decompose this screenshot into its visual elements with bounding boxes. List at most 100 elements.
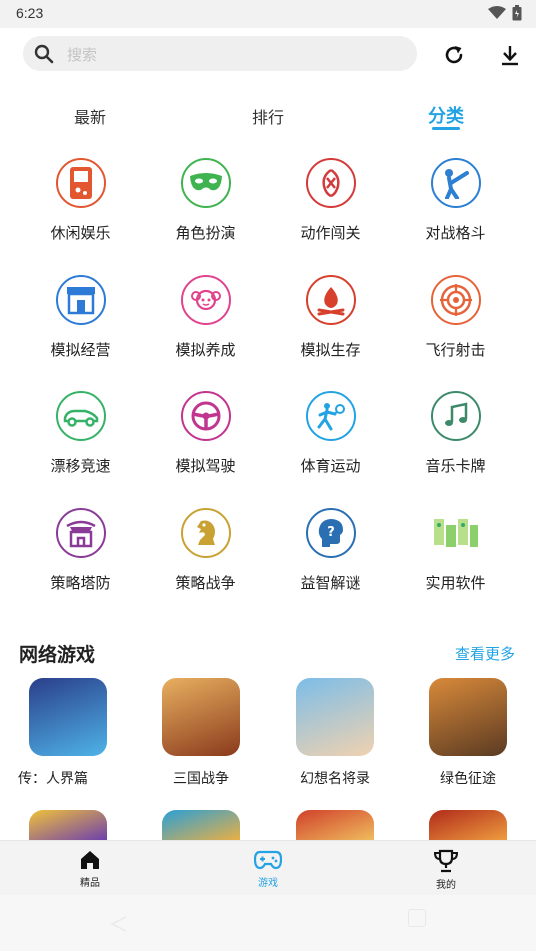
category-label: 策略塔防 xyxy=(50,573,111,592)
action-icon xyxy=(305,158,356,208)
brain-icon: ? xyxy=(305,507,356,558)
tennis-player-icon xyxy=(305,391,356,441)
game-cover-icon[interactable] xyxy=(296,810,374,842)
svg-text:?: ? xyxy=(327,525,335,540)
tower-icon xyxy=(55,507,106,558)
category-action[interactable]: 动作闯关 xyxy=(268,158,393,243)
nav-featured[interactable]: 精品 xyxy=(50,849,130,889)
game-cover-icon[interactable] xyxy=(429,810,507,842)
category-label: 模拟养成 xyxy=(175,340,236,359)
category-label: 体育运动 xyxy=(300,457,361,475)
category-casual[interactable]: 休闲娱乐 xyxy=(18,158,143,243)
category-rpg[interactable]: 角色扮演 xyxy=(143,158,268,243)
category-raising-sim[interactable]: 模拟养成 xyxy=(143,274,268,360)
shop-icon xyxy=(55,274,106,325)
game-cover-icon[interactable] xyxy=(29,810,107,842)
status-time: 6:23 xyxy=(16,5,44,21)
game-label: 传：人界篇 xyxy=(18,771,88,787)
top-bar: 搜索 xyxy=(0,28,536,82)
game-item[interactable]: 幻想名将录 xyxy=(275,678,395,788)
category-row: 策略塔防 策略战争 ? 益智解谜 实用软件 xyxy=(18,507,518,625)
status-bar: 6:23 xyxy=(0,0,536,28)
nav-mine[interactable]: 我的 xyxy=(406,849,486,891)
game-cover-icon xyxy=(162,678,240,756)
search-icon xyxy=(34,44,54,64)
search-input[interactable]: 搜索 xyxy=(67,44,97,65)
nav-games[interactable]: 游戏 xyxy=(228,849,308,889)
download-button[interactable] xyxy=(494,39,526,71)
category-driving-sim[interactable]: 模拟驾驶 xyxy=(143,391,268,476)
category-label: 模拟驾驶 xyxy=(175,457,236,475)
game-label: 幻想名将录 xyxy=(300,771,370,787)
tab-bar: 最新 排行 分类 xyxy=(0,96,536,136)
trophy-icon xyxy=(433,849,459,873)
game-cover-icon xyxy=(29,678,107,756)
category-shooting[interactable]: 飞行射击 xyxy=(393,274,518,360)
category-label: 模拟生存 xyxy=(300,340,361,359)
category-grid: 休闲娱乐 角色扮演 动作闯关 对战格斗 模拟经营 模拟养成 模拟生存 飞行射击 … xyxy=(18,158,518,624)
music-note-icon xyxy=(430,391,481,441)
category-fighting[interactable]: 对战格斗 xyxy=(393,158,518,243)
game-cover-icon xyxy=(296,678,374,756)
refresh-icon xyxy=(445,46,463,64)
category-puzzle[interactable]: ? 益智解谜 xyxy=(268,507,393,593)
game-label: 绿色征途 xyxy=(440,771,496,787)
system-nav-bar xyxy=(0,895,536,951)
back-icon[interactable] xyxy=(108,915,128,933)
category-survival-sim[interactable]: 模拟生存 xyxy=(268,274,393,360)
race-car-icon xyxy=(55,391,106,441)
category-sports[interactable]: 体育运动 xyxy=(268,391,393,476)
recent-apps-icon[interactable] xyxy=(408,909,426,927)
category-label: 休闲娱乐 xyxy=(50,224,111,242)
category-row: 休闲娱乐 角色扮演 动作闯关 对战格斗 xyxy=(18,158,518,275)
download-icon xyxy=(502,46,518,66)
tab-ranking[interactable]: 排行 xyxy=(252,104,284,128)
category-label: 模拟经营 xyxy=(50,340,111,359)
nav-label: 游戏 xyxy=(258,878,278,889)
category-label: 策略战争 xyxy=(175,573,236,592)
category-racing[interactable]: 漂移竞速 xyxy=(18,391,143,476)
view-more-link[interactable]: 查看更多 xyxy=(455,643,515,664)
target-icon xyxy=(430,274,481,325)
steering-wheel-icon xyxy=(180,391,231,441)
tab-indicator xyxy=(432,127,460,130)
game-cover-icon xyxy=(429,678,507,756)
tab-category[interactable]: 分类 xyxy=(428,102,464,128)
category-label: 飞行射击 xyxy=(425,340,486,359)
category-row: 漂移竞速 模拟驾驶 体育运动 音乐卡牌 xyxy=(18,391,518,508)
gameboy-icon xyxy=(55,158,106,208)
kick-icon xyxy=(430,158,481,208)
home-icon xyxy=(81,851,99,869)
refresh-button[interactable] xyxy=(438,39,470,71)
category-music-card[interactable]: 音乐卡牌 xyxy=(393,391,518,476)
game-item[interactable]: 绿色征途 xyxy=(408,678,528,788)
campfire-icon xyxy=(305,274,356,325)
bottom-nav: 精品 游戏 我的 xyxy=(0,840,536,895)
category-label: 音乐卡牌 xyxy=(425,457,486,475)
game-cover-icon[interactable] xyxy=(162,810,240,842)
mask-icon xyxy=(180,158,231,208)
category-row: 模拟经营 模拟养成 模拟生存 飞行射击 xyxy=(18,274,518,392)
status-icons xyxy=(488,5,522,21)
gamepad-icon xyxy=(254,850,282,870)
game-item[interactable]: 传：人界篇 xyxy=(8,678,128,788)
game-item[interactable]: 三国战争 xyxy=(141,678,261,788)
nav-label: 精品 xyxy=(80,878,100,889)
category-war-strategy[interactable]: 策略战争 xyxy=(143,507,268,593)
game-label: 三国战争 xyxy=(173,771,229,787)
nav-label: 我的 xyxy=(436,880,456,891)
girl-icon xyxy=(180,274,231,325)
wifi-icon xyxy=(488,6,506,19)
section-title: 网络游戏 xyxy=(19,644,96,666)
category-label: 漂移竞速 xyxy=(50,457,111,475)
category-utility-software[interactable]: 实用软件 xyxy=(393,508,518,593)
category-label: 动作闯关 xyxy=(300,224,361,242)
category-label: 实用软件 xyxy=(425,573,486,592)
category-label: 益智解谜 xyxy=(300,573,361,592)
category-label: 对战格斗 xyxy=(425,224,486,242)
category-tower-defense[interactable]: 策略塔防 xyxy=(18,507,143,593)
tab-latest[interactable]: 最新 xyxy=(74,104,106,128)
app-screen: 6:23 搜索 最新 排行 分类 休闲娱乐 角色扮演 动作闯关 对战格斗 模拟经… xyxy=(0,0,536,951)
category-business-sim[interactable]: 模拟经营 xyxy=(18,274,143,360)
search-bar[interactable]: 搜索 xyxy=(23,36,417,71)
